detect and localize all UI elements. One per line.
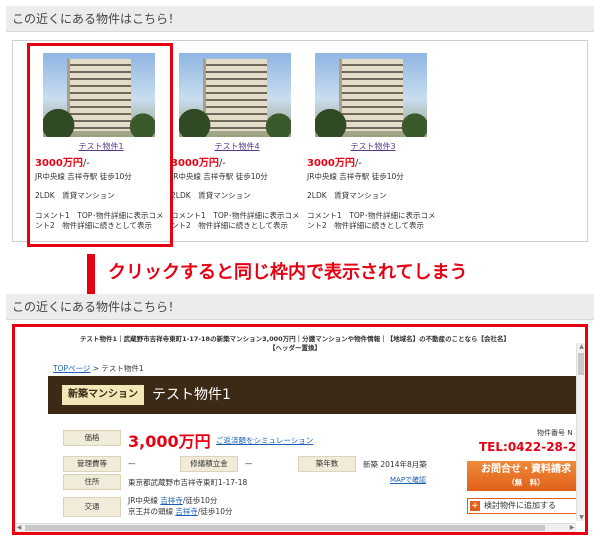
- scroll-down-icon[interactable]: ▼: [578, 514, 585, 521]
- category-badge: 新築マンション: [62, 385, 144, 405]
- property-name-link[interactable]: テスト物件3: [307, 141, 439, 152]
- address-label: 住所: [63, 474, 121, 490]
- property-title: テスト物件1: [152, 387, 231, 403]
- property-comment: コメント1 TOP･物件詳細に表示コメント2 物件詳細に続きとして表示: [35, 211, 164, 230]
- detail-price: 3,000万円: [128, 432, 211, 451]
- breadcrumb: TOPページ > テスト物件1: [53, 363, 144, 374]
- mgmt-fee-value: —: [128, 459, 136, 468]
- property-layout: 2LDK 賃貸マンション: [307, 191, 387, 200]
- mgmt-fee-label: 管理費等: [63, 456, 121, 472]
- property-comment: コメント1 TOP･物件詳細に表示コメント2 物件詳細に続きとして表示: [307, 211, 436, 230]
- property-access: JR中央線 吉祥寺駅 徒歩10分: [35, 172, 132, 181]
- inquiry-button-label: お問合せ・資料請求: [481, 464, 571, 475]
- property-access: JR中央線 吉祥寺駅 徒歩10分: [171, 172, 268, 181]
- scroll-up-icon[interactable]: ▲: [578, 343, 585, 350]
- property-layout: 2LDK 賃貸マンション: [35, 191, 115, 200]
- traffic-line-1: JR中央線 吉祥寺/徒歩10分: [128, 496, 218, 505]
- scroll-right-icon[interactable]: ▶: [568, 524, 576, 532]
- repair-reserve-value: —: [245, 459, 253, 468]
- address-value: 東京都武蔵野市吉祥寺東町1-17-18: [128, 478, 248, 487]
- breadcrumb-separator: >: [90, 364, 102, 373]
- breadcrumb-current: テスト物件1: [101, 364, 144, 373]
- building-age-label: 築年数: [298, 456, 356, 472]
- annotation-text: クリックすると同じ枠内で表示されてしまう: [108, 262, 468, 283]
- property-title-bar: 新築マンション テスト物件1: [48, 376, 578, 414]
- loan-simulation-link[interactable]: ご返済額をシミュレーション: [216, 435, 313, 446]
- property-access: JR中央線 吉祥寺駅 徒歩10分: [307, 172, 404, 181]
- site-header-line: テスト物件1｜武蔵野市吉祥寺東町1-17-18の新築マンション3,000万円｜分…: [80, 335, 510, 343]
- plus-icon: +: [470, 501, 480, 511]
- section-header-nearby-top: この近くにある物件はこちら！: [6, 6, 594, 32]
- repair-reserve-label: 修繕積立金: [180, 456, 238, 472]
- nearby-properties-panel: テスト物件1 3000万円/- JR中央線 吉祥寺駅 徒歩10分 2LDK 賃貸…: [12, 40, 588, 247]
- header-placeholder: 【ヘッダー置換】: [269, 344, 321, 352]
- traffic-label: 交通: [63, 497, 121, 517]
- inquiry-button-sub: （無 料）: [507, 478, 545, 487]
- section-header-nearby-bottom: この近くにある物件はこちら！: [6, 294, 594, 320]
- property-name-link[interactable]: テスト物件4: [171, 141, 303, 152]
- horizontal-scrollbar[interactable]: ◀ ▶: [15, 523, 576, 532]
- property-number: 物件番号 N: [537, 429, 573, 437]
- property-price: 3000万円/-: [171, 158, 226, 169]
- section-title: この近くにある物件はこちら！: [12, 12, 181, 26]
- property-comment: コメント1 TOP･物件詳細に表示コメント2 物件詳細に続きとして表示: [171, 211, 300, 230]
- property-photo[interactable]: [315, 53, 427, 137]
- property-price: 3000万円/-: [307, 158, 362, 169]
- property-photo[interactable]: [179, 53, 291, 137]
- map-link[interactable]: MAPで確認: [390, 475, 426, 485]
- property-layout: 2LDK 賃貸マンション: [171, 191, 251, 200]
- phone-number: TEL:0422-28-22: [479, 440, 585, 454]
- scroll-left-icon[interactable]: ◀: [15, 524, 23, 532]
- scroll-thumb[interactable]: [578, 353, 584, 375]
- vertical-scrollbar[interactable]: ▲ ▼: [576, 343, 585, 521]
- property-price: 3000万円/-: [35, 158, 90, 169]
- building-age-value: 新築 2014年8月築: [363, 460, 427, 469]
- site-header: テスト物件1｜武蔵野市吉祥寺東町1-17-18の新築マンション3,000万円｜分…: [75, 335, 515, 353]
- price-label: 価格: [63, 430, 121, 446]
- embedded-detail-frame[interactable]: テスト物件1｜武蔵野市吉祥寺東町1-17-18の新築マンション3,000万円｜分…: [12, 324, 588, 535]
- inquiry-button[interactable]: お問合せ・資料請求 （無 料）: [467, 461, 585, 491]
- breadcrumb-top-link[interactable]: TOPページ: [53, 364, 90, 373]
- traffic-line-2: 京王井の頭線 吉祥寺/徒歩10分: [128, 507, 233, 516]
- property-photo[interactable]: [43, 53, 155, 137]
- property-name-link[interactable]: テスト物件1: [35, 141, 167, 152]
- scroll-thumb-horizontal[interactable]: [25, 525, 545, 531]
- add-to-favorites-label: 検討物件に追加する: [484, 501, 556, 510]
- section-title: この近くにある物件はこちら！: [12, 300, 181, 314]
- add-to-favorites-button[interactable]: + 検討物件に追加する: [467, 498, 585, 514]
